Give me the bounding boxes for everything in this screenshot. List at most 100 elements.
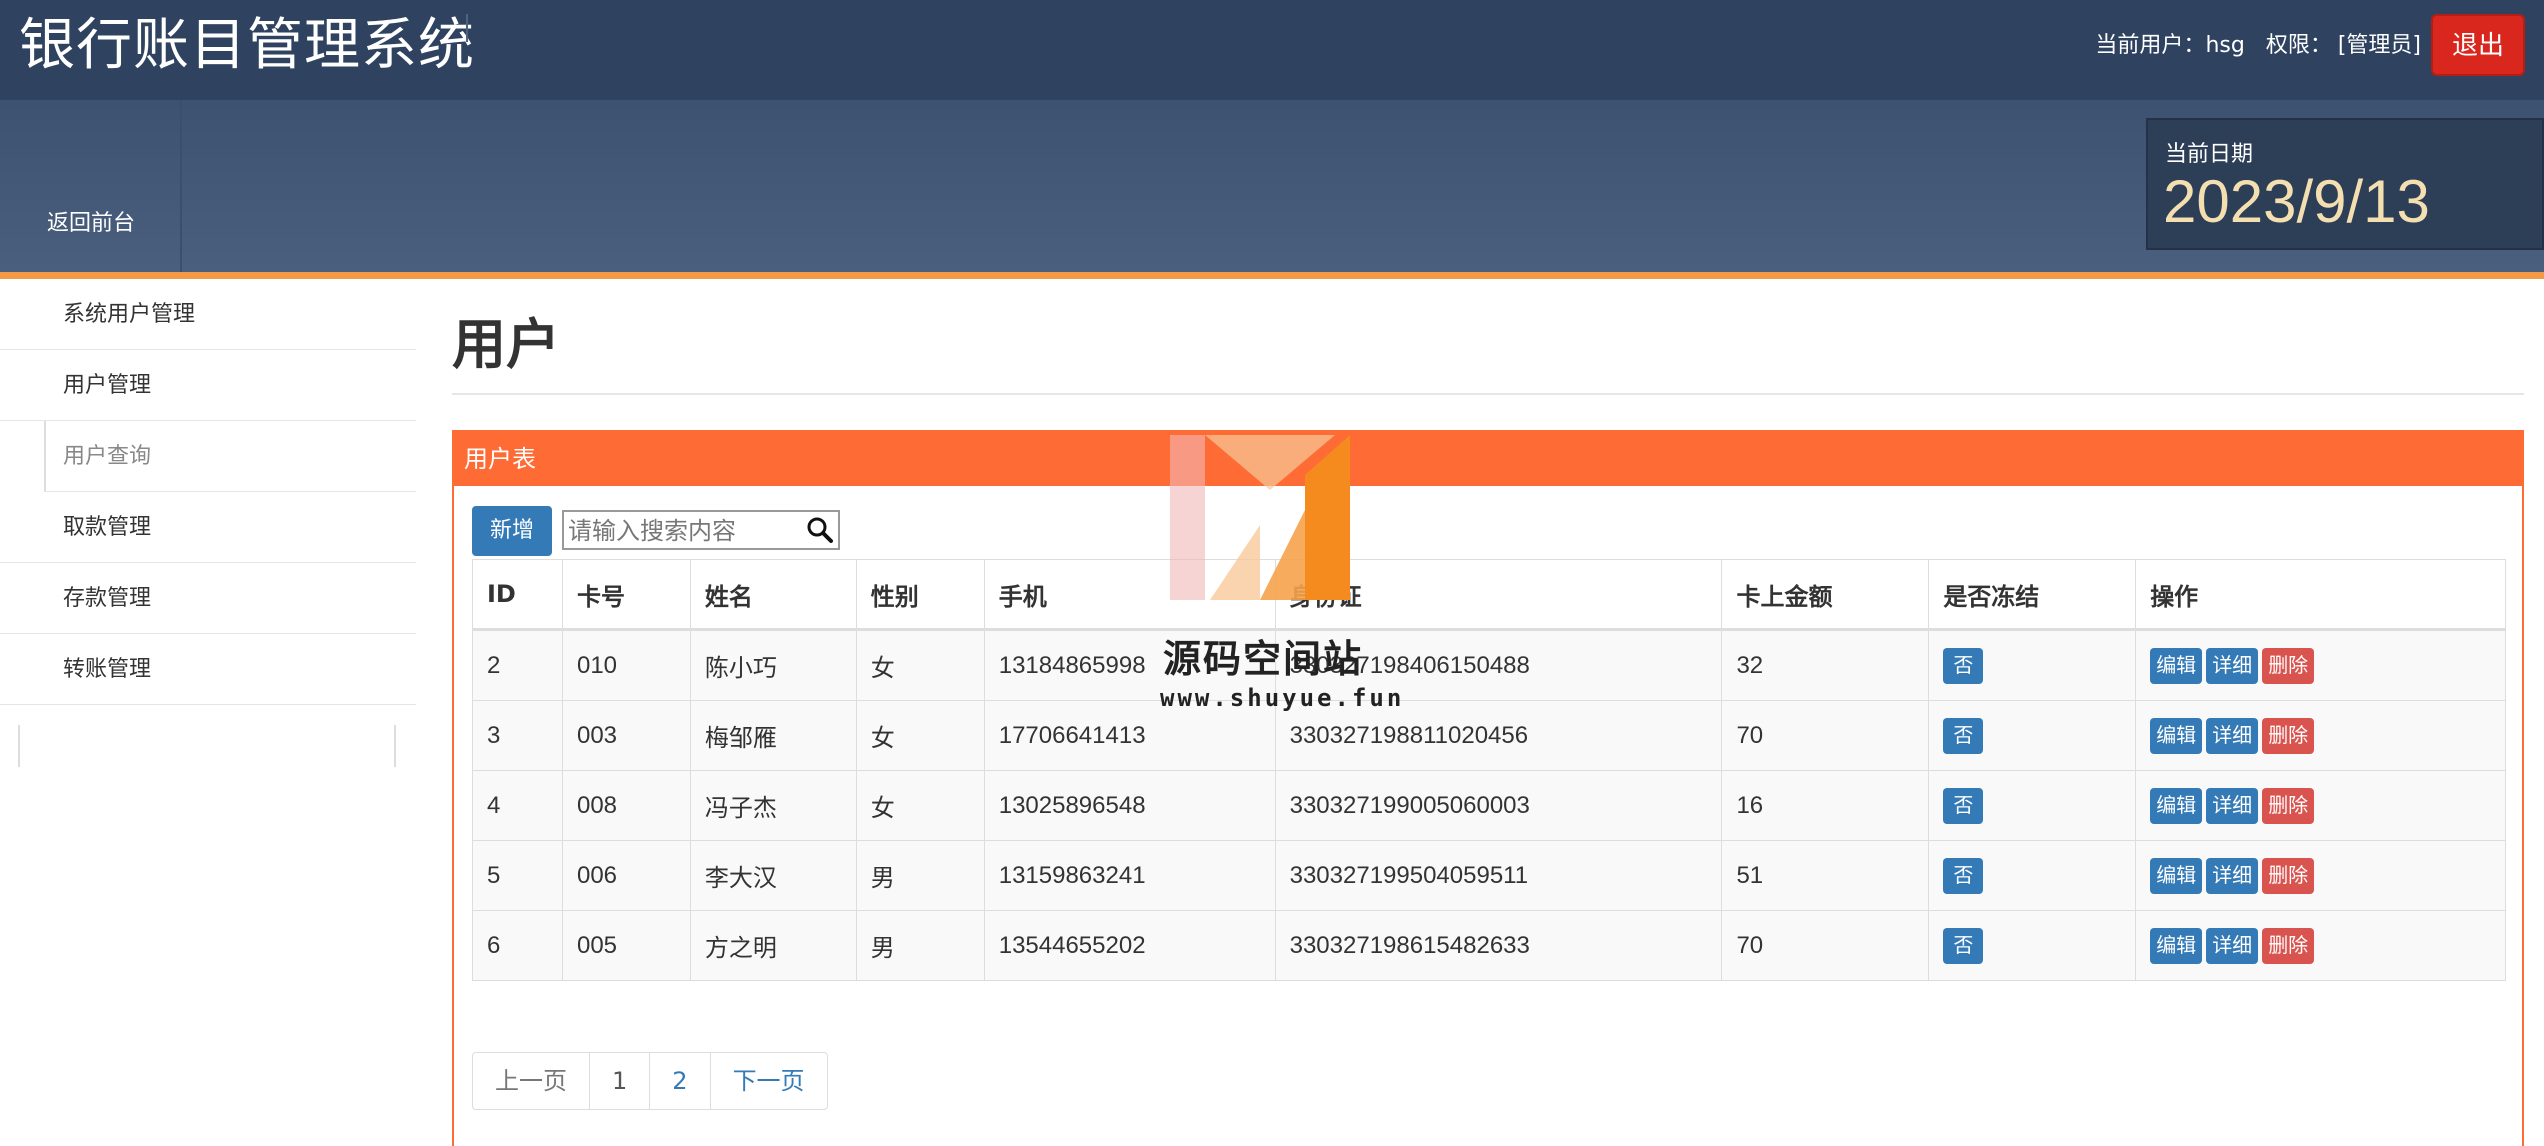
detail-button[interactable]: 详细 [2206,787,2259,824]
cell-id: 5 [472,840,563,911]
column-header: 是否冻结 [1928,559,2137,631]
cell-amount: 70 [1721,700,1930,771]
cell-amount: 32 [1721,629,1930,701]
page-title: 用户 [452,313,560,376]
edit-button[interactable]: 编辑 [2150,717,2203,754]
cell-amount: 16 [1721,770,1930,841]
cell-frozen: 否 [1928,910,2137,981]
cell-name: 方之明 [689,910,857,981]
front-link-container [0,100,182,272]
sidebar-empty-block [18,725,396,767]
frozen-toggle-button[interactable]: 否 [1943,717,1984,754]
current-date-panel: 当前日期 2023/9/13 [2146,118,2544,250]
edit-button[interactable]: 编辑 [2150,857,2203,894]
add-button[interactable]: 新增 [472,506,552,556]
watermark-url: www.shuyue.fun [1160,684,1405,712]
column-header: 手机 [983,559,1276,631]
page-1-button[interactable]: 1 [589,1053,649,1109]
cell-name: 冯子杰 [689,770,857,841]
cell-id: 6 [472,910,563,981]
cell-frozen: 否 [1928,840,2137,911]
cell-id: 3 [472,700,563,771]
sidebar: 系统用户管理 用户管理 用户查询 取款管理 存款管理 转账管理 [0,279,416,767]
back-to-front-link[interactable]: 返回前台 [47,205,135,237]
cell-name: 梅邹雁 [689,700,857,771]
sidebar-item-user-management[interactable]: 用户管理 [0,350,416,421]
logout-button[interactable]: 退出 [2431,14,2525,76]
cell-card: 005 [561,910,691,981]
delete-button[interactable]: 删除 [2262,927,2315,964]
current-user-name: hsg [2205,33,2245,58]
cell-phone: 13544655202 [983,910,1276,981]
table-row: 6 005 方之明 男 13544655202 3303271986154826… [472,910,2506,981]
detail-button[interactable]: 详细 [2206,647,2259,684]
edit-button[interactable]: 编辑 [2150,787,2203,824]
sidebar-subitem-user-query[interactable]: 用户查询 [44,421,416,492]
cell-card: 008 [561,770,691,841]
sidebar-item-system-users[interactable]: 系统用户管理 [0,279,416,350]
permission-value: [管理员] [2337,33,2421,58]
header-accent-line [0,272,2544,279]
sidebar-item-deposit[interactable]: 存款管理 [0,563,416,634]
search-icon[interactable] [806,516,834,544]
detail-button[interactable]: 详细 [2206,927,2259,964]
cell-gender: 女 [855,700,985,771]
search-box [562,510,840,550]
column-header: 性别 [855,559,985,631]
delete-button[interactable]: 删除 [2262,717,2315,754]
cell-amount: 70 [1721,910,1930,981]
watermark-text: 源码空间站 [1163,637,1364,681]
edit-button[interactable]: 编辑 [2150,927,2203,964]
column-header: ID [472,559,563,631]
frozen-toggle-button[interactable]: 否 [1943,787,1984,824]
cell-actions: 编辑 详细 删除 [2135,629,2506,701]
delete-button[interactable]: 删除 [2262,787,2315,824]
frozen-toggle-button[interactable]: 否 [1943,927,1984,964]
permission-label: 权限： [2265,33,2332,58]
cell-idcard: 330327199504059511 [1274,840,1723,911]
cell-phone: 13159863241 [983,840,1276,911]
table-row: 4 008 冯子杰 女 13025896548 3303271990050600… [472,770,2506,841]
page-2-button[interactable]: 2 [649,1053,709,1109]
column-header: 卡上金额 [1721,559,1930,631]
cell-actions: 编辑 详细 删除 [2135,910,2506,981]
cell-gender: 男 [855,840,985,911]
column-header: 卡号 [561,559,691,631]
edit-button[interactable]: 编辑 [2150,647,2203,684]
detail-button[interactable]: 详细 [2206,717,2259,754]
date-label: 当前日期 [2165,142,2254,167]
sidebar-item-withdrawal[interactable]: 取款管理 [0,492,416,563]
frozen-toggle-button[interactable]: 否 [1943,647,1984,684]
title-divider [466,14,468,42]
cell-card: 010 [561,629,691,701]
cell-gender: 女 [855,629,985,701]
cell-frozen: 否 [1928,629,2137,701]
table-row: 5 006 李大汉 男 13159863241 3303271995040595… [472,840,2506,911]
cell-idcard: 330327199005060003 [1274,770,1723,841]
frozen-toggle-button[interactable]: 否 [1943,857,1984,894]
detail-button[interactable]: 详细 [2206,857,2259,894]
cell-amount: 51 [1721,840,1930,911]
cell-gender: 女 [855,770,985,841]
current-user-label: 当前用户： [2095,33,2206,58]
delete-button[interactable]: 删除 [2262,857,2315,894]
cell-phone: 13025896548 [983,770,1276,841]
cell-id: 4 [472,770,563,841]
prev-page-button[interactable]: 上一页 [473,1053,589,1109]
user-table-panel: 用户表 新增 ID 卡号 姓名 性别 手机 身份证 卡上金额 是否冻结 操作 [452,430,2524,1146]
cell-name: 李大汉 [689,840,857,911]
next-page-button[interactable]: 下一页 [709,1053,827,1109]
table-header-row: ID 卡号 姓名 性别 手机 身份证 卡上金额 是否冻结 操作 [472,559,2506,631]
delete-button[interactable]: 删除 [2262,647,2315,684]
app-title: 银行账目管理系统 [19,13,475,78]
search-input[interactable] [566,512,810,550]
cell-idcard: 330327198615482633 [1274,910,1723,981]
cell-id: 2 [472,629,563,701]
cell-actions: 编辑 详细 删除 [2135,840,2506,911]
cell-card: 003 [561,700,691,771]
sidebar-item-transfer[interactable]: 转账管理 [0,634,416,705]
date-value: 2023/9/13 [2163,168,2430,235]
column-header: 操作 [2135,559,2506,631]
cell-actions: 编辑 详细 删除 [2135,700,2506,771]
table-row: 2 010 陈小巧 女 13184865998 3303271984061504… [472,629,2506,701]
